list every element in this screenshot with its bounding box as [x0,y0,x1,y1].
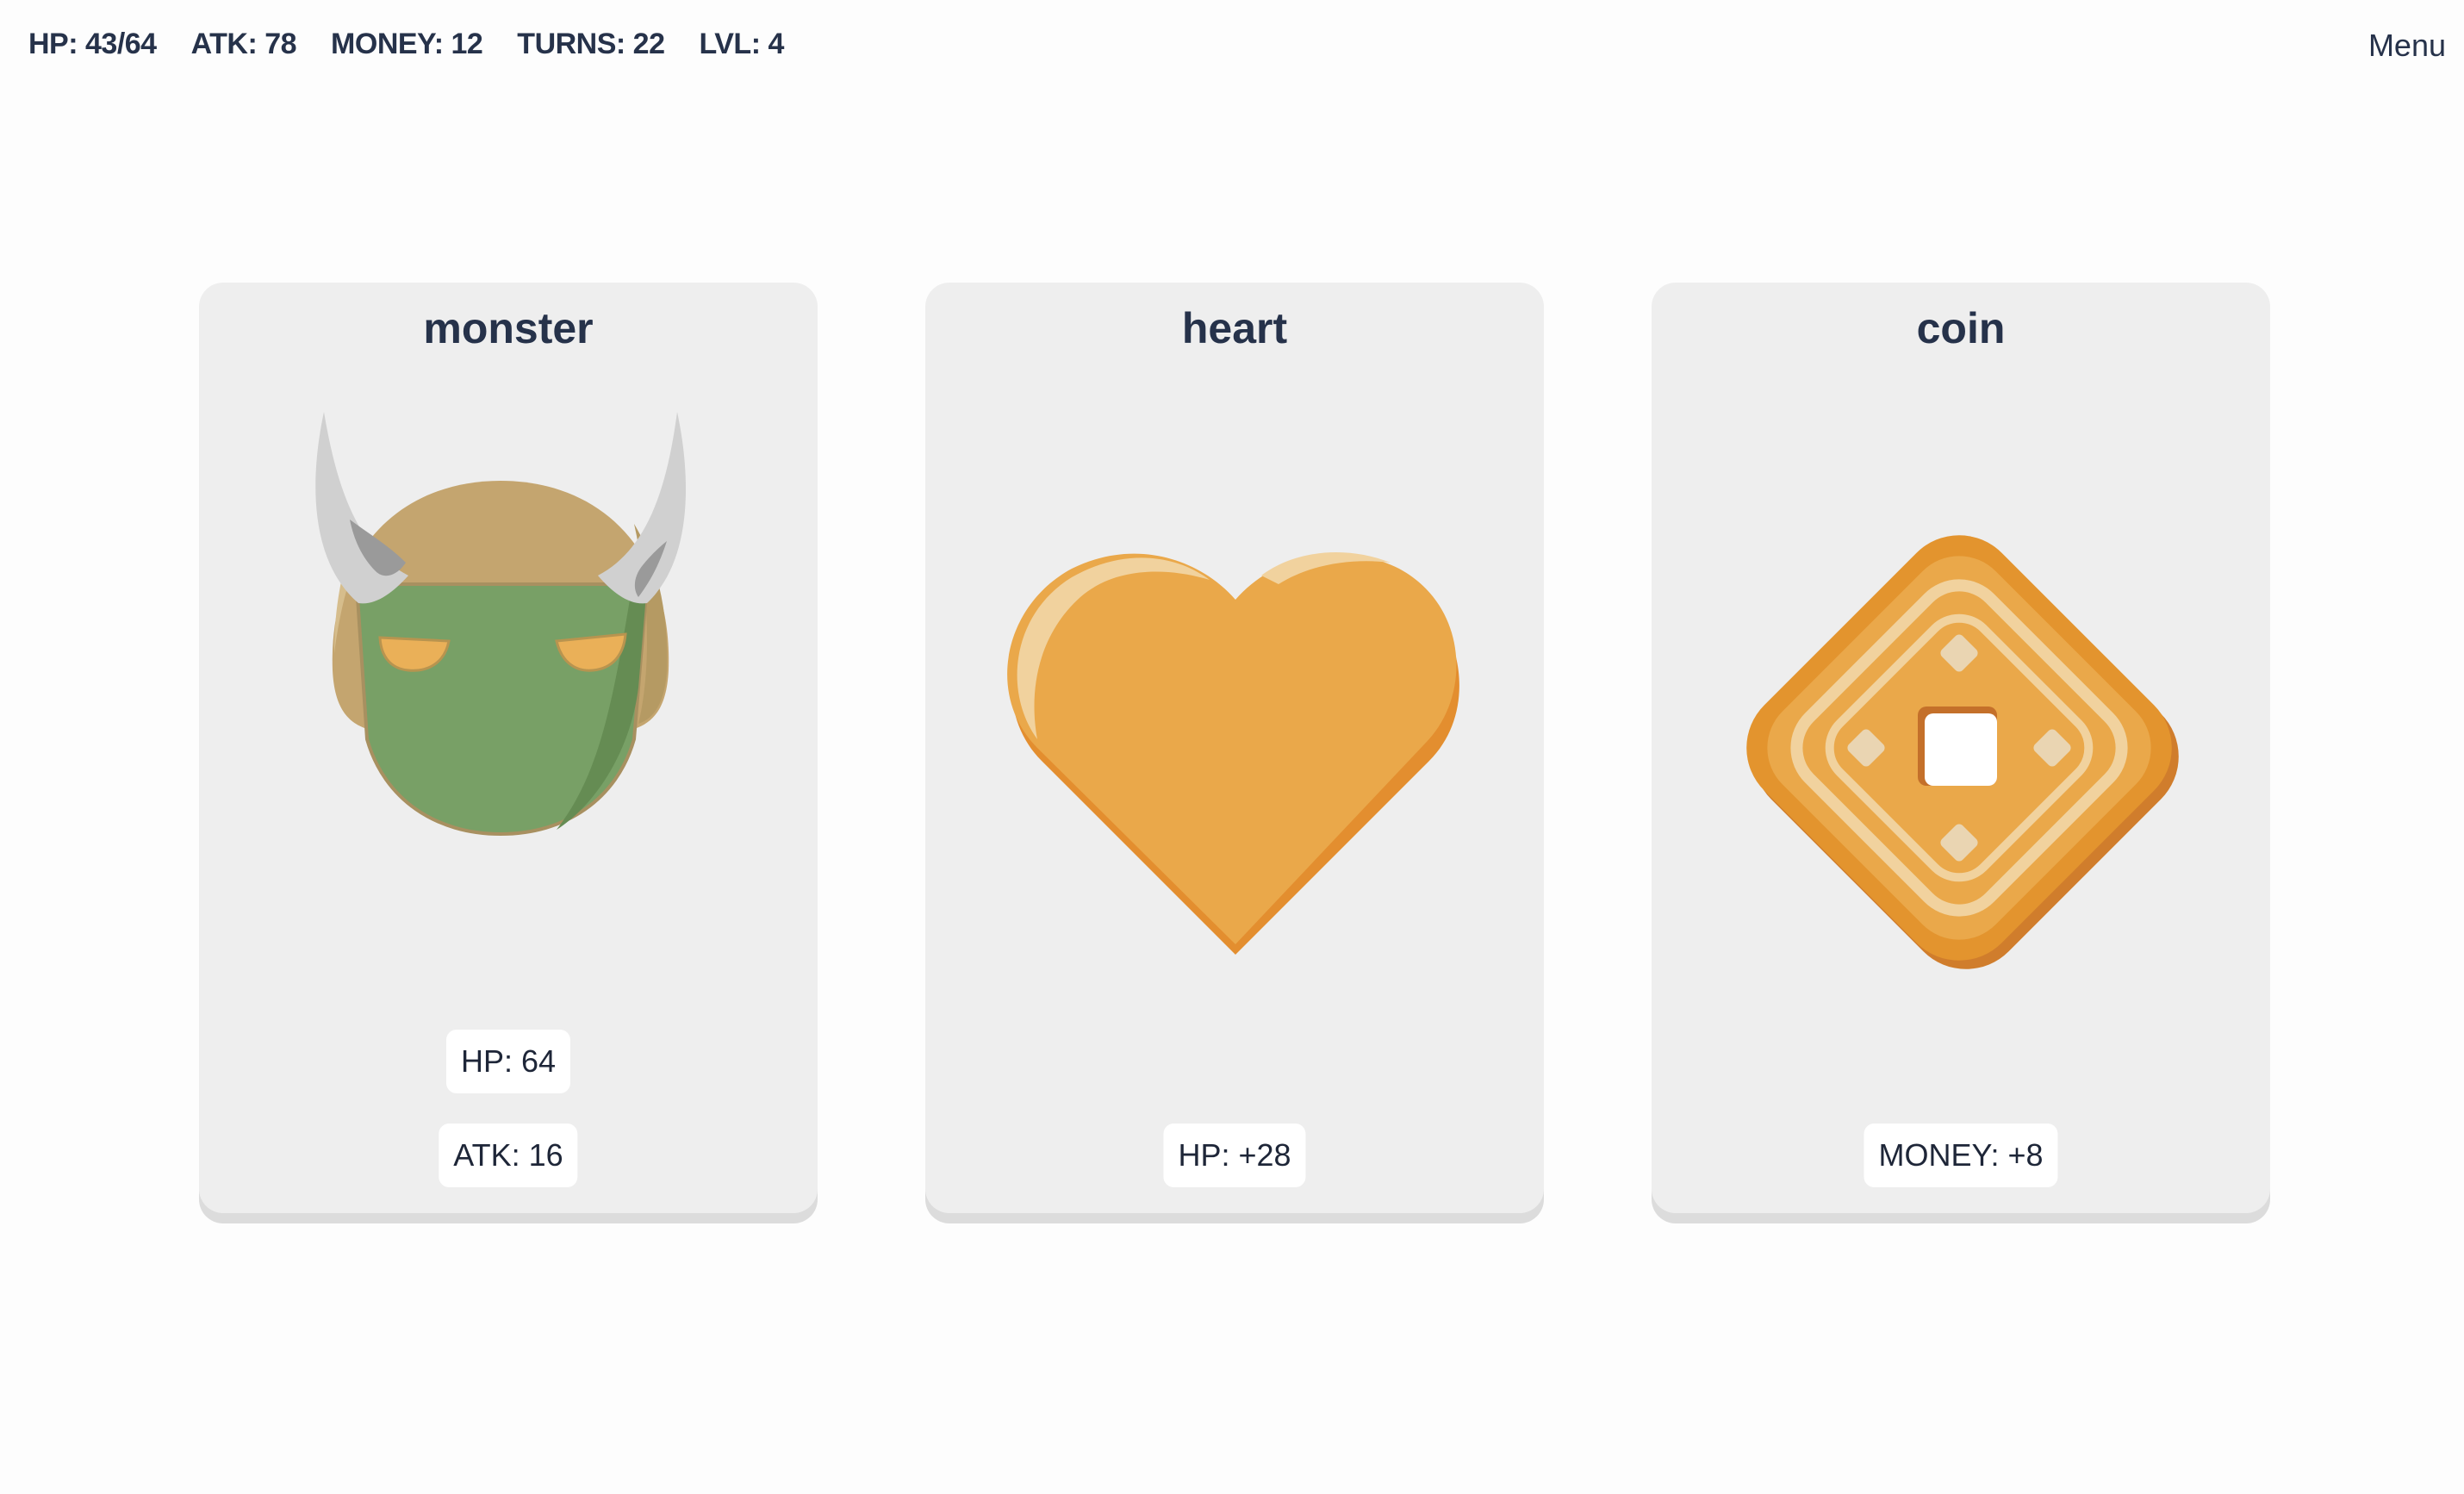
card-coin[interactable]: coin MONEY: +8 [1652,283,2270,1213]
player-stats: HP: 43/64 ATK: 78 MONEY: 12 TURNS: 22 LV… [28,28,784,61]
player-atk: ATK: 78 [190,28,297,60]
card-heart[interactable]: heart HP: +28 [925,283,1544,1213]
player-turns: TURNS: 22 [517,28,665,60]
top-bar: HP: 43/64 ATK: 78 MONEY: 12 TURNS: 22 LV… [0,0,2464,95]
coin-money-stat: MONEY: +8 [1864,1124,2058,1187]
player-money: MONEY: 12 [331,28,483,60]
monster-atk-stat: ATK: 16 [439,1124,578,1187]
horned-helmet-monster-icon [315,412,687,837]
card-title: coin [1916,304,2006,352]
card-title: monster [423,304,594,352]
player-hp: HP: 43/64 [28,28,157,60]
coin-icon [1746,535,2179,969]
heart-hp-stat: HP: +28 [1163,1124,1306,1187]
player-level: LVL: 4 [699,28,785,60]
monster-hp-stat: HP: 64 [445,1030,571,1093]
card-monster[interactable]: monster HP: 64 ATK: 16 [199,283,818,1213]
heart-icon [1007,552,1459,955]
menu-button[interactable]: Menu [2368,28,2446,64]
card-title: heart [1181,304,1288,352]
